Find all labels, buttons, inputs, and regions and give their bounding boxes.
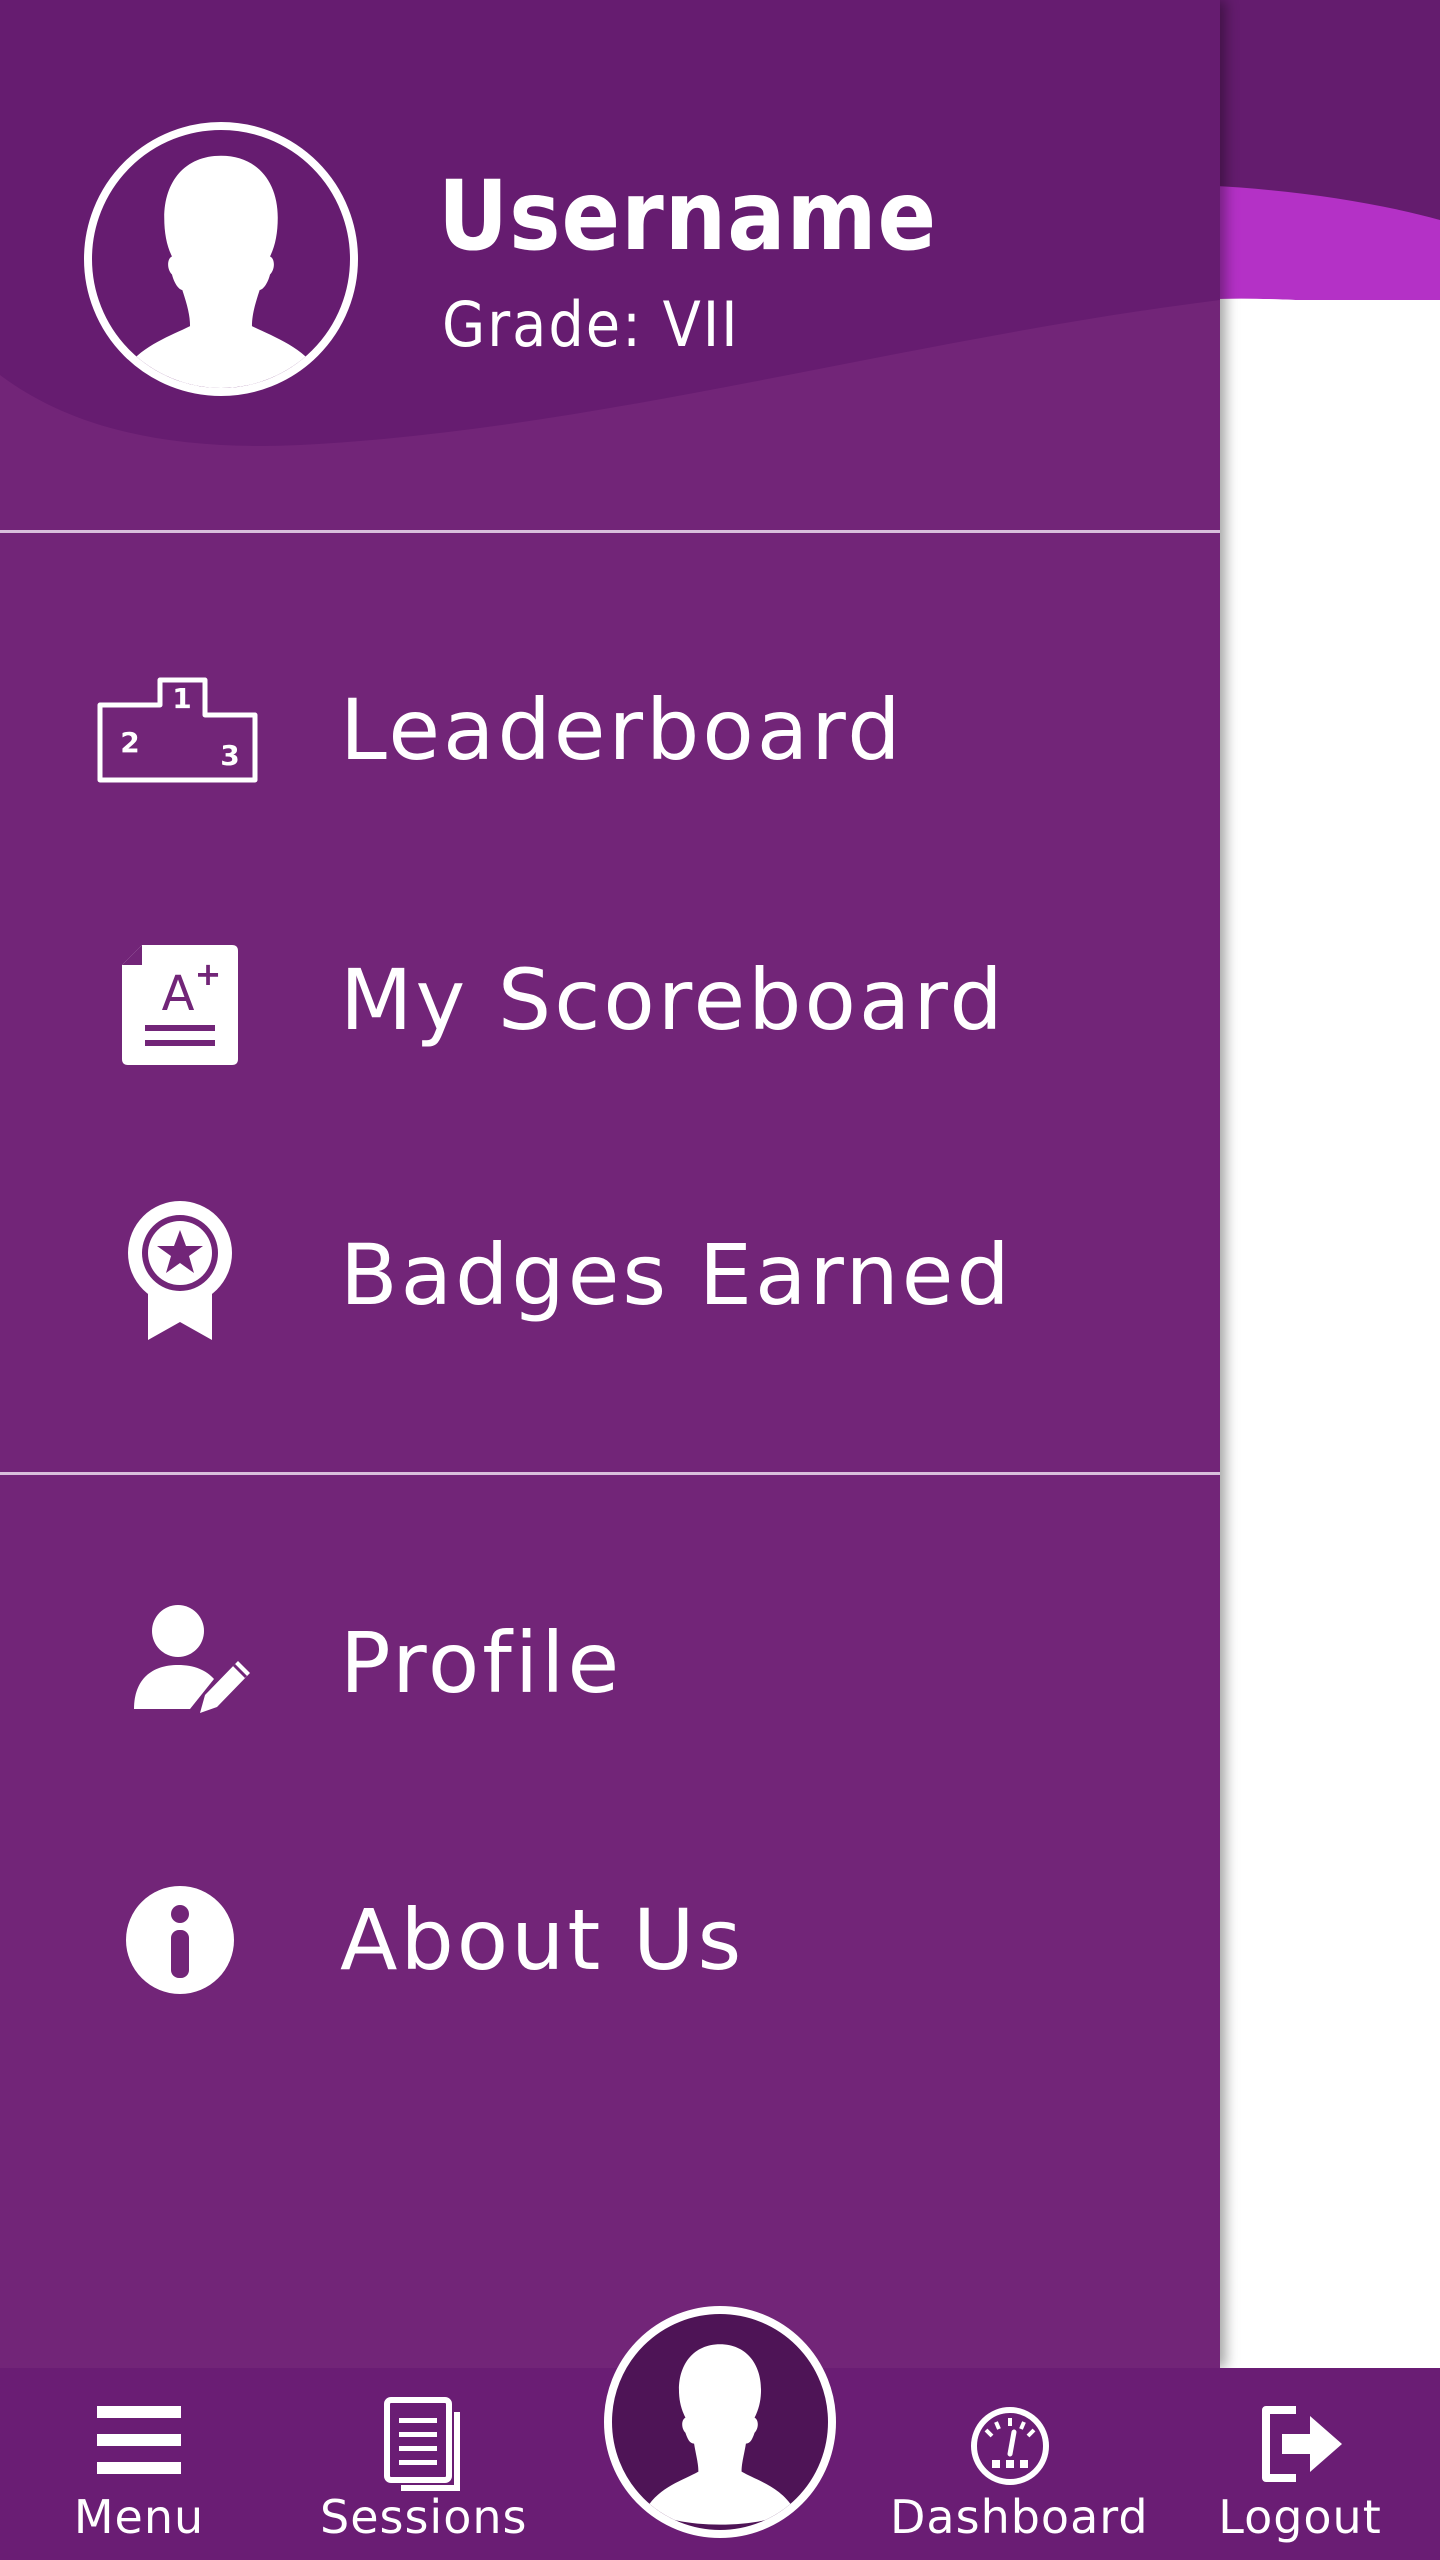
profile-avatar[interactable] xyxy=(84,122,358,396)
hamburger-icon xyxy=(91,2396,187,2492)
menu-item-leaderboard[interactable]: 1 2 3 Leaderboard xyxy=(0,630,1220,830)
nav-logout-button[interactable]: Logout xyxy=(1215,2368,1385,2560)
menu-item-label: Leaderboard xyxy=(340,681,904,779)
menu-item-label: My Scoreboard xyxy=(340,951,1006,1049)
divider xyxy=(0,530,1220,533)
nav-label: Logout xyxy=(1218,2490,1382,2544)
svg-text:+: + xyxy=(195,955,222,993)
username-label: Username xyxy=(438,160,938,272)
user-silhouette-icon xyxy=(122,155,320,388)
speedometer-icon xyxy=(962,2396,1058,2492)
menu-item-badges-earned[interactable]: Badges Earned xyxy=(0,1175,1220,1375)
menu-item-my-scoreboard[interactable]: A + My Scoreboard xyxy=(0,900,1220,1100)
nav-sessions-button[interactable]: Sessions xyxy=(320,2368,528,2560)
menu-item-label: Profile xyxy=(340,1614,623,1712)
menu-item-label: About Us xyxy=(340,1891,745,1989)
edit-user-icon xyxy=(90,1603,270,1723)
grade-report-icon: A + xyxy=(90,945,270,1065)
svg-text:2: 2 xyxy=(120,726,139,759)
background-content xyxy=(1220,300,1440,2368)
info-icon xyxy=(90,1880,270,2000)
divider xyxy=(0,1472,1220,1475)
menu-item-about-us[interactable]: About Us xyxy=(0,1840,1220,2040)
menu-item-profile[interactable]: Profile xyxy=(0,1563,1220,1763)
nav-dashboard-button[interactable]: Dashboard xyxy=(890,2368,1149,2560)
nav-label: Menu xyxy=(73,2490,205,2544)
podium-icon: 1 2 3 xyxy=(90,670,270,790)
documents-icon xyxy=(375,2396,471,2492)
svg-text:1: 1 xyxy=(172,682,191,715)
menu-item-label: Badges Earned xyxy=(340,1226,1013,1324)
logout-icon xyxy=(1252,2396,1348,2492)
nav-label: Sessions xyxy=(320,2490,528,2544)
navigation-drawer: Username Grade: VII 1 2 3 Leaderboard A … xyxy=(0,0,1220,2368)
svg-text:A: A xyxy=(162,966,195,1022)
grade-label: Grade: VII xyxy=(442,288,740,361)
nav-profile-avatar-button[interactable] xyxy=(604,2306,836,2538)
nav-menu-button[interactable]: Menu xyxy=(44,2368,234,2560)
svg-text:3: 3 xyxy=(220,739,239,772)
nav-label: Dashboard xyxy=(890,2490,1149,2544)
badge-ribbon-icon xyxy=(90,1195,270,1345)
user-avatar-icon xyxy=(646,2344,794,2525)
